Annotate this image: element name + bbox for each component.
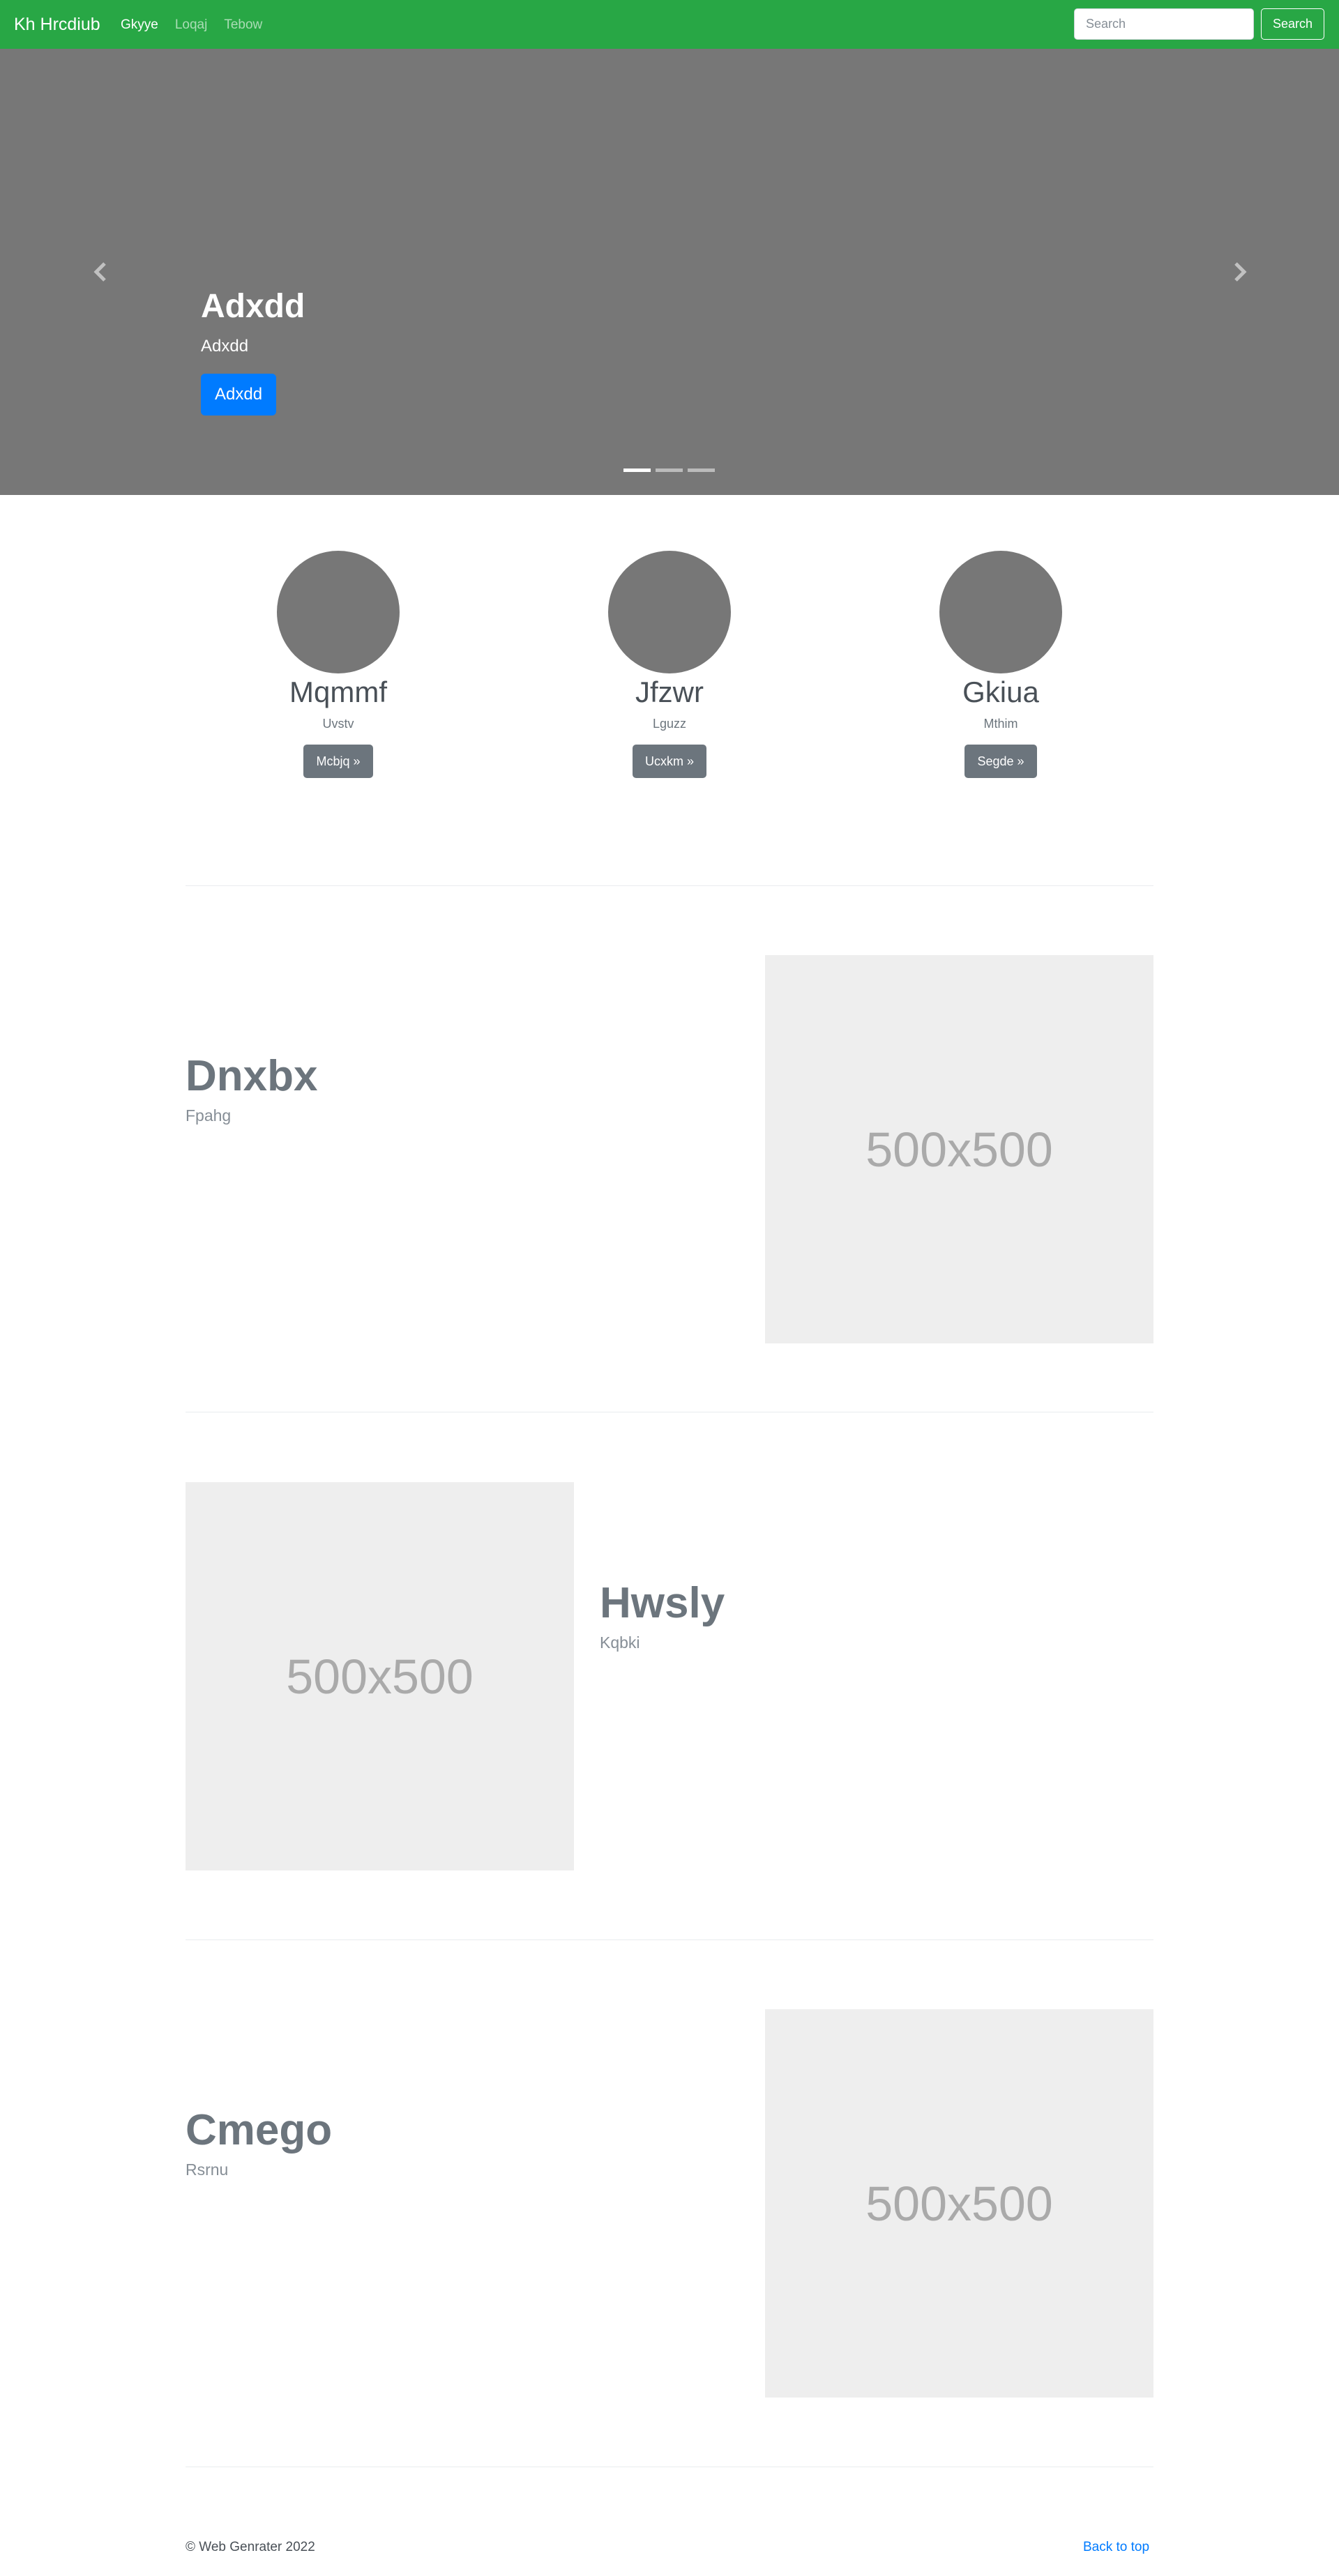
marketing-column: Mqmmf Uvstv Mcbjq » xyxy=(206,551,471,778)
search-button[interactable]: Search xyxy=(1261,8,1324,40)
featurette-divider xyxy=(186,1939,1153,1940)
nav-links: Gkyye Loqaj Tebow xyxy=(121,17,279,33)
featurette-lead: Fpahg xyxy=(186,1106,232,1125)
featurette-image: 500x500 xyxy=(186,1482,574,1870)
nav-link-gkyye[interactable]: Gkyye xyxy=(121,17,158,33)
carousel-next-button[interactable] xyxy=(1225,258,1253,286)
featurette-heading: Dnxbx xyxy=(186,1052,318,1100)
carousel-indicators xyxy=(623,468,720,472)
featurette-text: Cmego Rsrnu xyxy=(186,2105,332,2179)
column-heading: Jfzwr xyxy=(635,676,704,708)
carousel-cta-button[interactable]: Adxdd xyxy=(201,374,277,416)
hero-carousel: Adxdd Adxdd Adxdd xyxy=(0,49,1339,495)
column-details-button[interactable]: Segde » xyxy=(964,745,1037,778)
featurette-text: Hwsly Kqbki xyxy=(600,1578,725,1652)
carousel-indicator-1[interactable] xyxy=(623,468,651,472)
footer-copyright: © Web Genrater 2022 xyxy=(186,2540,315,2554)
featurette-divider xyxy=(186,885,1153,886)
carousel-text: Adxdd xyxy=(201,337,249,356)
carousel-title: Adxdd xyxy=(201,288,305,325)
chevron-left-icon xyxy=(93,262,106,282)
column-text: Uvstv xyxy=(322,717,354,731)
carousel-indicator-2[interactable] xyxy=(656,468,683,472)
carousel-prev-button[interactable] xyxy=(87,258,115,286)
featurette-heading: Hwsly xyxy=(600,1579,725,1627)
marketing-column: Jfzwr Lguzz Ucxkm » xyxy=(537,551,802,778)
nav-link-loqaj[interactable]: Loqaj xyxy=(175,17,208,33)
carousel-indicator-3[interactable] xyxy=(688,468,715,472)
featurette-image: 500x500 xyxy=(765,2009,1153,2398)
featurette-image: 500x500 xyxy=(765,955,1153,1343)
featurette-heading: Cmego xyxy=(186,2106,333,2154)
brand-logo[interactable]: Kh Hrcdiub xyxy=(14,14,100,35)
nav-link-tebow[interactable]: Tebow xyxy=(224,17,262,33)
carousel-caption: Adxdd Adxdd Adxdd xyxy=(201,286,305,416)
back-to-top-link[interactable]: Back to top xyxy=(1083,2540,1149,2555)
search-input[interactable] xyxy=(1074,8,1254,40)
featurette-lead: Kqbki xyxy=(600,1633,640,1652)
marketing-column: Gkiua Mthim Segde » xyxy=(868,551,1133,778)
column-heading: Mqmmf xyxy=(289,676,387,708)
column-heading: Gkiua xyxy=(962,676,1039,708)
avatar xyxy=(608,551,731,673)
navbar: Kh Hrcdiub Gkyye Loqaj Tebow Search xyxy=(0,0,1339,49)
column-text: Mthim xyxy=(983,717,1018,731)
chevron-right-icon xyxy=(1234,262,1247,282)
avatar xyxy=(939,551,1062,673)
column-text: Lguzz xyxy=(652,717,687,731)
column-details-button[interactable]: Ucxkm » xyxy=(632,745,706,778)
featurette-text: Dnxbx Fpahg xyxy=(186,1051,317,1125)
featurette-lead: Rsrnu xyxy=(186,2160,229,2179)
avatar xyxy=(277,551,400,673)
column-details-button[interactable]: Mcbjq » xyxy=(303,745,373,778)
